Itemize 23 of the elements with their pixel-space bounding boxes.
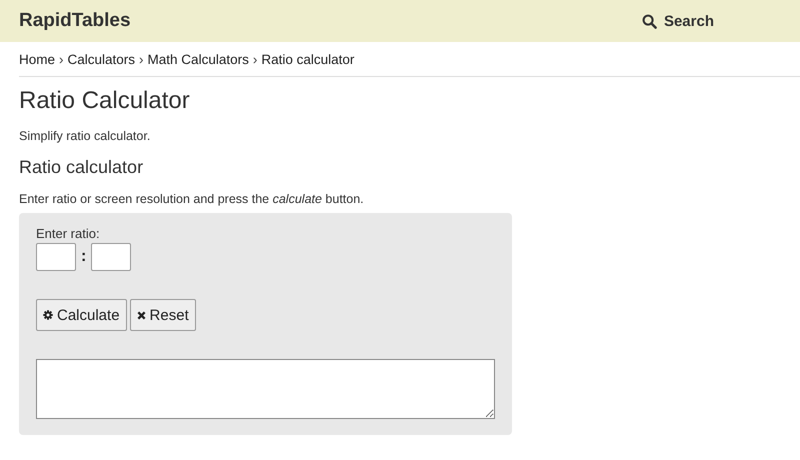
ratio-label: Enter ratio:: [36, 226, 100, 241]
ratio-input[interactable]: [91, 243, 132, 271]
page-title: Ratio Calculator: [19, 87, 191, 115]
breadcrumb-separator: ›: [139, 52, 144, 66]
site-logo[interactable]: RapidTables: [19, 10, 131, 32]
search-icon: [642, 14, 657, 28]
breadcrumb-link[interactable]: Calculators: [68, 52, 136, 66]
search-link[interactable]: Search: [642, 12, 714, 30]
breadcrumb-link[interactable]: Home: [19, 52, 56, 66]
intro-text: Simplify ratio calculator.: [19, 129, 152, 143]
ratio-input[interactable]: [36, 243, 76, 271]
reset-button[interactable]: Reset: [130, 299, 196, 331]
breadcrumb-link[interactable]: Math Calculators: [148, 52, 249, 66]
gear-icon: [43, 310, 53, 320]
close-icon: [136, 310, 146, 320]
instructions-text: Enter ratio or screen resolution and press the calculate button.: [19, 192, 365, 206]
calculate-button[interactable]: Calculate: [36, 299, 127, 331]
result-field[interactable]: [36, 359, 495, 419]
section-title: Ratio calculator: [19, 157, 144, 178]
current-page-label: Ratio calculator: [261, 52, 354, 66]
breadcrumb-separator: ›: [59, 52, 64, 66]
ratio-colon: :: [81, 248, 86, 266]
breadcrumb-separator: ›: [252, 52, 258, 66]
